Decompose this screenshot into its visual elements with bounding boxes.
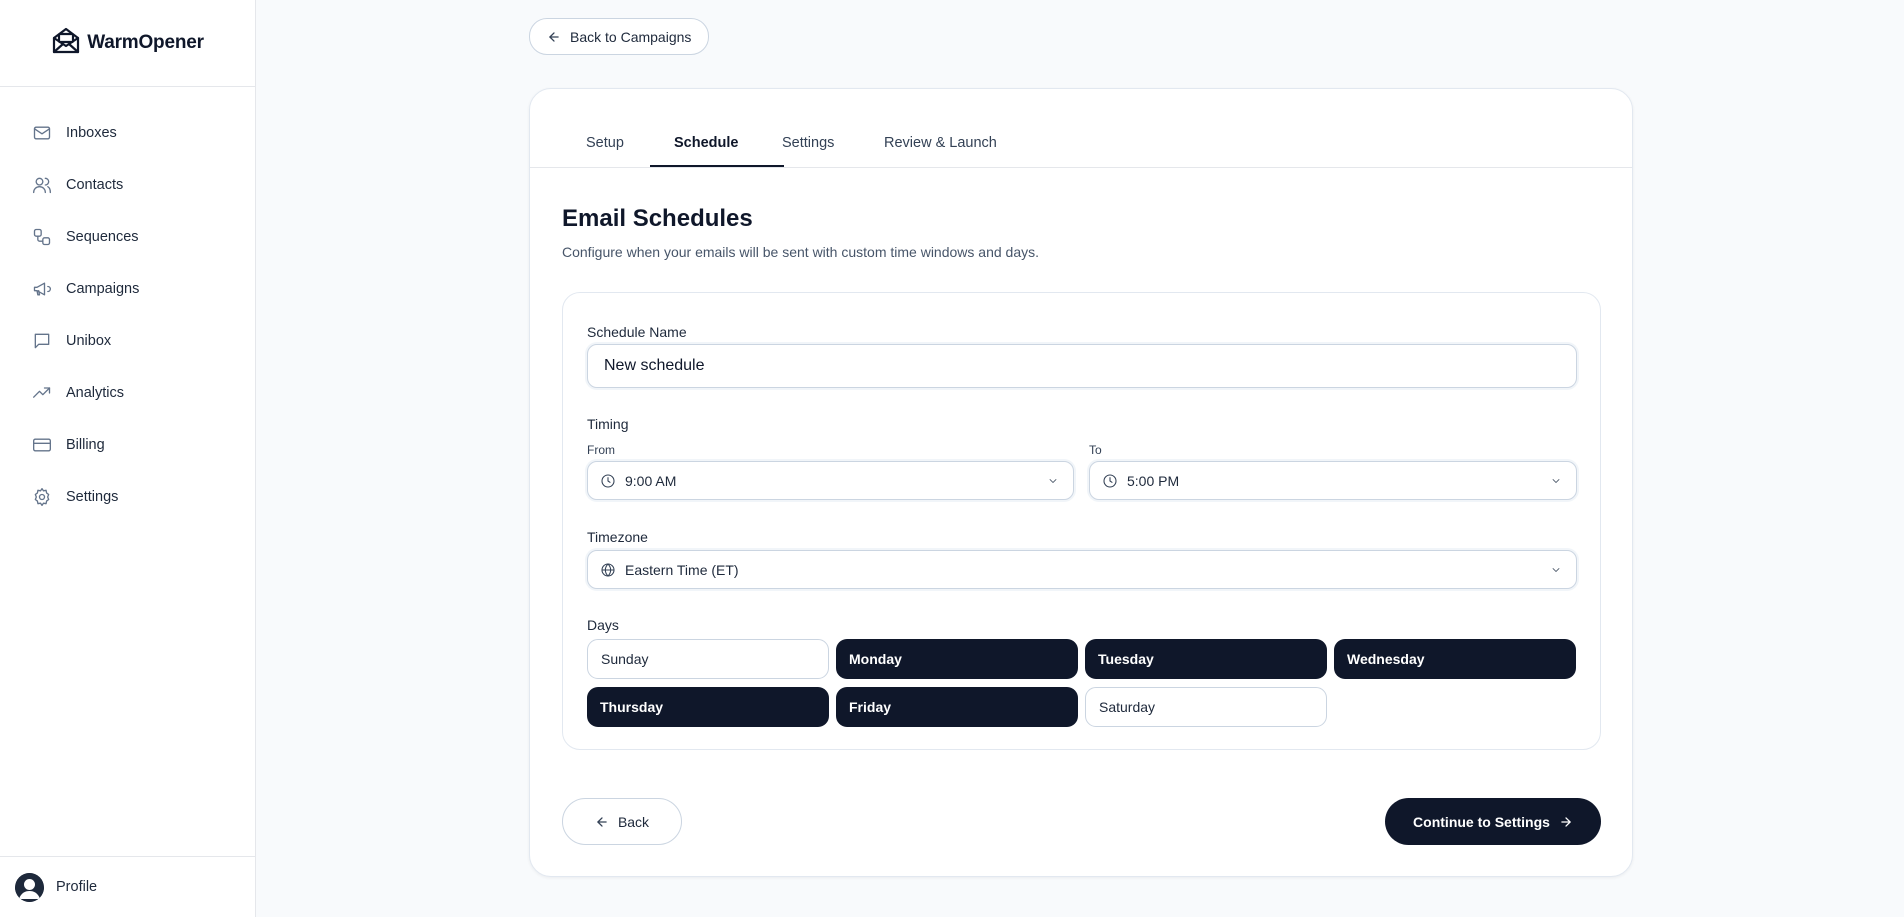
clock-icon: [1103, 473, 1117, 488]
sidebar-item-label: Billing: [66, 437, 105, 453]
sidebar-item-label: Contacts: [66, 177, 124, 193]
chevron-down-icon: [1049, 479, 1057, 483]
sidebar-item-label: Settings: [66, 489, 119, 505]
day-label: Friday: [849, 699, 892, 715]
avatar: [15, 872, 44, 902]
to-time-select[interactable]: 5:00 PM: [1089, 461, 1577, 500]
envelope-logo-icon: [51, 27, 81, 60]
arrow-left-icon: [549, 31, 559, 42]
back-to-campaigns-label: Back to Campaigns: [570, 28, 692, 45]
from-time-value: 9:00 AM: [625, 472, 677, 489]
schedule-name-label: Schedule Name: [587, 324, 687, 340]
sidebar: WarmOpener Inboxes Contacts Sequences Ca…: [0, 0, 256, 917]
section-description: Configure when your emails will be sent …: [562, 244, 1039, 260]
back-button[interactable]: Back: [562, 798, 682, 845]
from-time-select[interactable]: 9:00 AM: [587, 461, 1074, 500]
days-label: Days: [587, 617, 619, 633]
users-icon: [33, 177, 51, 194]
day-friday-toggle[interactable]: Friday: [836, 687, 1078, 727]
megaphone-icon: [33, 282, 51, 296]
day-label: Saturday: [1099, 699, 1156, 715]
day-sunday-toggle[interactable]: Sunday: [587, 639, 829, 679]
timezone-label: Timezone: [587, 529, 648, 545]
to-label: To: [1089, 443, 1102, 457]
sidebar-item-label: Analytics: [66, 385, 125, 401]
brand-name: WarmOpener: [87, 32, 204, 53]
brand[interactable]: WarmOpener: [0, 0, 255, 87]
sidebar-item-unibox[interactable]: Unibox: [0, 315, 255, 367]
globe-icon: [601, 562, 615, 577]
profile-button[interactable]: Profile: [0, 856, 255, 917]
sidebar-item-billing[interactable]: Billing: [0, 419, 255, 471]
sidebar-item-label: Sequences: [66, 229, 139, 245]
chevron-down-icon: [1552, 479, 1560, 483]
continue-to-settings-button[interactable]: Continue to Settings: [1385, 798, 1601, 845]
user-avatar-icon: [15, 872, 44, 902]
continue-button-label: Continue to Settings: [1413, 813, 1550, 830]
timing-label: Timing: [587, 416, 629, 432]
timezone-value: Eastern Time (ET): [625, 561, 739, 578]
day-tuesday-toggle[interactable]: Tuesday: [1085, 639, 1327, 679]
day-label: Thursday: [600, 699, 664, 715]
day-label: Sunday: [601, 651, 649, 667]
active-tab-indicator: [650, 165, 784, 167]
tab-schedule[interactable]: Schedule: [674, 135, 738, 151]
back-to-campaigns-button[interactable]: Back to Campaigns: [529, 18, 710, 55]
sidebar-nav: Inboxes Contacts Sequences Campaigns Uni…: [0, 87, 255, 523]
campaign-wizard-card: Setup Schedule Settings Review & Launch …: [529, 88, 1633, 877]
back-button-label: Back: [617, 813, 650, 830]
sidebar-item-campaigns[interactable]: Campaigns: [0, 263, 255, 315]
schedule-form: Schedule Name Timing From To 9:00 AM 5:0…: [562, 292, 1601, 750]
schedule-name-input[interactable]: [587, 344, 1577, 388]
chevron-down-icon: [1552, 568, 1560, 572]
wizard-tabs: Setup Schedule Settings Review & Launch: [530, 89, 1632, 168]
from-label: From: [587, 443, 615, 457]
arrow-right-icon: [1561, 816, 1571, 827]
tab-review-launch[interactable]: Review & Launch: [884, 135, 997, 151]
sidebar-item-settings[interactable]: Settings: [0, 471, 255, 523]
day-label: Tuesday: [1098, 651, 1154, 667]
sidebar-item-label: Inboxes: [66, 125, 117, 141]
mail-icon: [33, 126, 51, 140]
message-square-icon: [34, 333, 50, 349]
credit-card-icon: [33, 438, 51, 452]
sidebar-item-sequences[interactable]: Sequences: [0, 211, 255, 263]
trending-up-icon: [33, 387, 51, 398]
timezone-select[interactable]: Eastern Time (ET): [587, 550, 1577, 589]
gear-icon: [34, 488, 50, 506]
day-monday-toggle[interactable]: Monday: [836, 639, 1078, 679]
workflow-icon: [33, 228, 51, 246]
day-saturday-toggle[interactable]: Saturday: [1085, 687, 1327, 727]
sidebar-item-label: Unibox: [66, 333, 112, 349]
sidebar-item-contacts[interactable]: Contacts: [0, 159, 255, 211]
section-title: Email Schedules: [562, 205, 753, 232]
sidebar-item-inboxes[interactable]: Inboxes: [0, 107, 255, 159]
arrow-left-icon: [597, 816, 607, 827]
profile-label: Profile: [56, 879, 98, 895]
to-time-value: 5:00 PM: [1127, 472, 1180, 489]
tab-settings[interactable]: Settings: [782, 135, 834, 151]
day-wednesday-toggle[interactable]: Wednesday: [1334, 639, 1576, 679]
day-label: Wednesday: [1347, 651, 1425, 667]
day-thursday-toggle[interactable]: Thursday: [587, 687, 829, 727]
day-label: Monday: [849, 651, 902, 667]
tab-setup[interactable]: Setup: [586, 135, 624, 151]
clock-icon: [601, 473, 615, 488]
sidebar-item-analytics[interactable]: Analytics: [0, 367, 255, 419]
sidebar-item-label: Campaigns: [66, 281, 140, 297]
